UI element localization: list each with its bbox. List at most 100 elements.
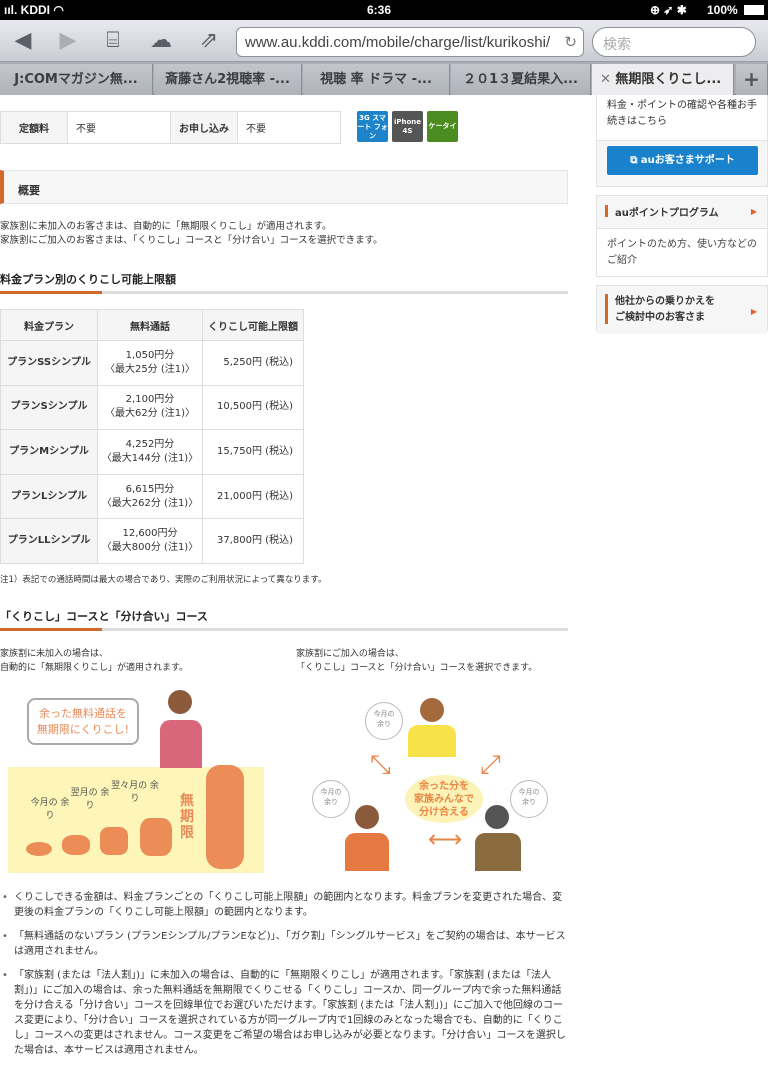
url-bar[interactable]: www.au.kddi.com/mobile/charge/list/kurik…	[236, 27, 584, 57]
points-box: auポイントプログラム ▶ ポイントのため方、使い方などのご紹介	[596, 195, 768, 277]
tab[interactable]: J:COMマガジン無...	[0, 64, 153, 95]
label-month-after: 翌々月の 余り	[111, 781, 159, 804]
table-header: 料金プラン 無料通話 くりこし可能上限額	[0, 309, 304, 341]
limit: 37,800円 (税込)	[202, 518, 304, 564]
column-header: 料金プラン	[0, 309, 98, 341]
coin-icon	[26, 842, 52, 856]
free-call: 12,600円分 〈最大800分 (注1)〉	[97, 518, 203, 564]
arrow-right-icon: ▶	[750, 207, 757, 216]
back-icon[interactable]: ◀	[10, 28, 36, 54]
unlimited-label: 無期限	[180, 793, 194, 841]
fee-value: 不要	[67, 111, 171, 144]
arrow-icon: ⤡	[370, 750, 391, 780]
tab[interactable]: 視聴 率 ドラマ -...	[303, 64, 450, 95]
left-caption: 家族割に未加入の場合は、 自動的に「無期限くりこし」が適用されます。	[0, 649, 189, 673]
column-header: 無料通話	[97, 309, 203, 341]
forward-icon[interactable]: ▶	[55, 28, 81, 54]
free-call: 4,252円分 〈最大144分 (注1)〉	[97, 429, 203, 475]
arrow-right-icon: ▶	[750, 307, 757, 316]
coin-stack-icon	[62, 835, 90, 855]
clock: 6:36	[367, 3, 392, 17]
reload-icon[interactable]: ↻	[564, 33, 577, 51]
courses-heading: 「くりこし」コースと「分け合い」コース	[0, 610, 208, 623]
table-row: プランMシンプル 4,252円分 〈最大144分 (注1)〉 15,750円 (税込)	[0, 429, 304, 475]
free-call: 6,615円分 〈最大262分 (注1)〉	[97, 473, 203, 520]
woman-head-icon	[168, 690, 192, 714]
free-call: 2,100円分 〈最大62分 (注1)〉	[97, 384, 203, 431]
apply-value: 不要	[237, 111, 341, 144]
plan-name: プランSシンプル	[0, 384, 98, 431]
points-text: ポイントのため方、使い方などのご紹介	[607, 239, 757, 266]
overview-line: 家族割にご加入のお客さまは、「くりこし」コースと「分け合い」コースを選択できます…	[0, 235, 383, 246]
limit: 10,500円 (税込)	[202, 384, 304, 431]
remainder-circle: 今月の 余り	[365, 702, 403, 740]
battery-level: 100%	[707, 3, 738, 17]
divider	[0, 291, 568, 294]
badge-iphone: iPhone 4S	[392, 111, 423, 142]
arrow-icon: ⟷	[428, 825, 463, 853]
tab[interactable]: 斎藤さん2視聴率 -...	[154, 64, 302, 95]
close-tab-icon[interactable]: ✕	[600, 72, 615, 87]
section-heading-overview: 概要	[0, 170, 568, 204]
browser-toolbar: ◀ ▶ ⌸ ☁ ⇗ www.au.kddi.com/mobile/charge/…	[0, 20, 768, 62]
notes-list: くりこしできる金額は、料金プランごとの「くりこし可能上限額」の範囲内となります。…	[0, 890, 568, 1067]
person-body-icon	[408, 725, 456, 757]
divider	[0, 628, 568, 631]
person-body-icon	[345, 833, 389, 871]
limit: 5,250円 (税込)	[202, 340, 304, 386]
arrow-icon: ⤢	[480, 750, 501, 780]
kurikoshi-illustration: 余った無料通話を 無期限にくりこし! 今月の 余り 翌月の 余り 翌々月の 余り …	[0, 685, 265, 875]
carrier: ııl. KDDI ︎◠	[4, 3, 64, 17]
tab[interactable]: ２０1３夏結果入...	[451, 64, 591, 95]
label-this-month: 今月の 余り	[30, 798, 70, 821]
points-link[interactable]: auポイントプログラム ▶	[597, 196, 767, 229]
tab-bar: J:COMマガジン無... 斎藤さん2視聴率 -... 視聴 率 ドラマ -..…	[0, 62, 768, 95]
person-icon	[485, 805, 509, 829]
share-center-label: 余った分を 家族みんなで 分け合える	[405, 775, 483, 823]
right-caption: 家族割にご加入の場合は、 「くりこし」コースと「分け合い」コースを選択できます。	[296, 649, 538, 673]
list-item: 「無料通話のないプラン (プランEシンプル/プランEなど)」、「ガク割」「シング…	[0, 929, 568, 959]
new-tab-icon[interactable]: +	[736, 64, 768, 95]
battery-icon	[744, 5, 764, 15]
coin-stack-icon	[100, 827, 128, 855]
icloud-icon[interactable]: ☁	[148, 28, 174, 54]
plan-name: プランMシンプル	[0, 429, 98, 475]
list-item: くりこしできる金額は、料金プランごとの「くりこし可能上限額」の範囲内となります。…	[0, 890, 568, 920]
table-row: プランSSシンプル 1,050円分 〈最大25分 (注1)〉 5,250円 (税込)	[0, 340, 304, 386]
woman-body-icon	[160, 720, 202, 768]
au-support-button[interactable]: ⧉ auお客さまサポート	[607, 146, 758, 175]
external-link-icon: ⧉	[630, 155, 641, 166]
switch-link[interactable]: 他社からの乗りかえを ご検討中のお客さま ▶	[597, 286, 767, 334]
limit: 15,750円 (税込)	[202, 429, 304, 475]
speech-bubble: 余った無料通話を 無期限にくりこし!	[27, 698, 139, 745]
plan-name: プランLシンプル	[0, 473, 98, 520]
list-item: 「家族割 (または「法人割」)」に未加入の場合は、自動的に「無期限くりこし」が適…	[0, 968, 568, 1058]
status-bar: ııl. KDDI ︎◠ 6:36 ⊕ ➶ ✱ 100%	[0, 0, 768, 20]
label-next-month: 翌月の 余り	[70, 788, 110, 811]
info-table: 定額料 不要 お申し込み 不要	[0, 111, 341, 144]
wakeai-illustration: 余った分を 家族みんなで 分け合える 今月の 余り 今月の 余り 今月の 余り ⤡ …	[300, 690, 560, 875]
person-icon	[355, 805, 379, 829]
overview-text: 家族割に未加入のお客さまは、自動的に「無期限くりこし」が適用されます。 家族割に…	[0, 220, 383, 248]
table-row: プランLLシンプル 12,600円分 〈最大800分 (注1)〉 37,800円 (税…	[0, 518, 304, 564]
coin-stack-icon	[140, 818, 172, 856]
switch-box[interactable]: 他社からの乗りかえを ご検討中のお客さま ▶	[596, 285, 768, 334]
remainder-circle: 今月の 余り	[510, 780, 548, 818]
tab-active[interactable]: ✕ 無期限くりこし...	[592, 64, 734, 95]
support-box: 料金・ポイントの確認や各種お手続きはこちら ⧉ auお客さまサポート	[596, 95, 768, 187]
support-text: 料金・ポイントの確認や各種お手続きはこちら	[597, 95, 767, 141]
person-body-icon	[475, 833, 521, 871]
search-input[interactable]: 検索	[592, 27, 756, 57]
person-icon	[420, 698, 444, 722]
fee-label: 定額料	[0, 111, 68, 144]
table-note: 注1）表記での通話時間は最大の場合であり、実際のご利用状況によって異なります。	[0, 575, 327, 585]
badge-keitai: ケータイ	[427, 111, 458, 142]
share-icon[interactable]: ⇗	[196, 28, 222, 54]
bookmarks-icon[interactable]: ⌸	[100, 28, 126, 54]
tall-coin-stack-icon	[206, 765, 244, 869]
plan-table: 料金プラン 無料通話 くりこし可能上限額 プランSSシンプル 1,050円分 〈最大…	[0, 309, 304, 564]
apply-label: お申し込み	[170, 111, 238, 144]
remainder-circle: 今月の 余り	[312, 780, 350, 818]
badge-smartphone: 3G スマート フォン	[357, 111, 388, 142]
free-call: 1,050円分 〈最大25分 (注1)〉	[97, 340, 203, 386]
